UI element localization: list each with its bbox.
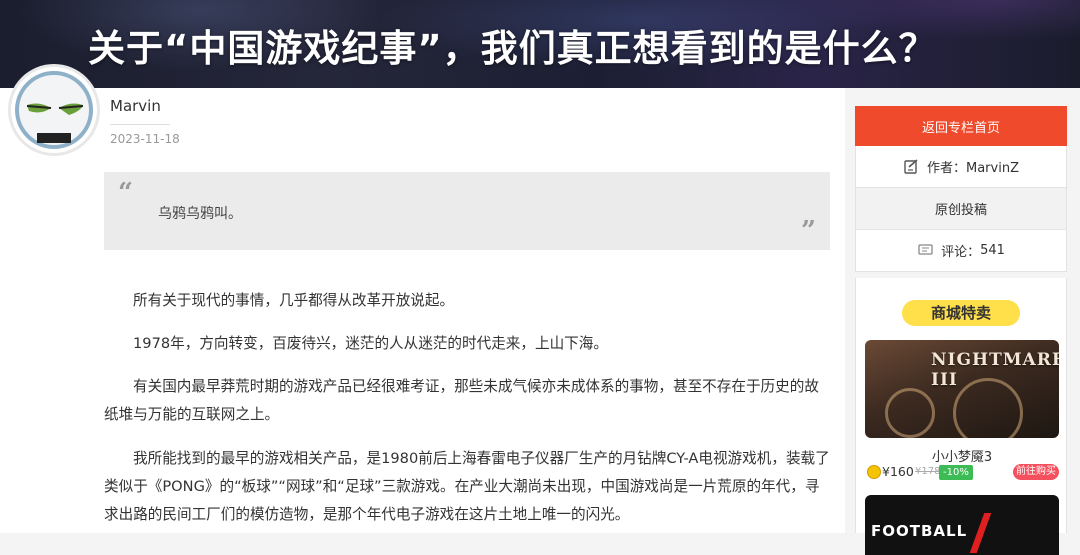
product-price: ¥160 xyxy=(882,464,914,479)
paragraph: 我所能找到的最早的游戏相关产品，是1980前后上海春雷电子仪器厂生产的月钻牌CY… xyxy=(104,450,830,523)
article-sidebar: 返回专栏首页 作者：MarvinZ 原创投稿 评论： 541 xyxy=(855,106,1067,272)
comment-icon xyxy=(917,243,933,259)
shop-header: 商城特卖 xyxy=(902,297,1022,326)
author-divider xyxy=(110,124,170,125)
product-2-accent xyxy=(969,513,1045,553)
article-title: 关于“中国游戏纪事”，我们真正想看到的是什么？ xyxy=(88,27,937,70)
article-banner: 关于“中国游戏纪事”，我们真正想看到的是什么？ xyxy=(0,0,1080,88)
original-submission-badge: 原创投稿 xyxy=(855,188,1067,230)
product-logo: NIGHTMARES III xyxy=(931,350,1059,390)
comments-link[interactable]: 评论： 541 xyxy=(855,230,1067,272)
product-name[interactable]: 小小梦魇3 xyxy=(856,446,1068,465)
paragraph: 1978年，方向转变，百废待兴，迷茫的人从迷茫的时代走来，上山下海。 xyxy=(133,335,608,352)
discount-badge: -10% xyxy=(939,465,973,480)
author-link[interactable]: 作者：MarvinZ xyxy=(855,146,1067,188)
quote-close-icon: ” xyxy=(801,216,816,246)
publish-date: 2023-11-18 xyxy=(110,132,180,146)
paragraph: 有关国内最早莽荒时期的游戏产品已经很难考证，那些未成气候亦未成体系的事物，甚至不… xyxy=(104,378,819,423)
comments-count: 541 xyxy=(980,243,1005,258)
author-label: 作者：MarvinZ xyxy=(927,161,1019,176)
product-2-title: FOOTBALL xyxy=(871,522,968,540)
edit-icon xyxy=(903,159,919,175)
shop-panel: 商城特卖 NIGHTMARES III 小小梦魇3 ¥160 ¥178 -10%… xyxy=(855,278,1068,555)
product-price-row: ¥160 ¥178 -10% 前往购买 xyxy=(867,464,1059,482)
coin-icon xyxy=(867,465,881,479)
product-image[interactable]: NIGHTMARES III xyxy=(865,340,1059,438)
article-quote: “ 乌鸦乌鸦叫。 ” xyxy=(104,172,830,250)
shop-title: 商城特卖 xyxy=(930,304,991,322)
product-image-2[interactable]: FOOTBALL xyxy=(865,495,1059,555)
marvin-face-icon xyxy=(26,103,84,143)
back-to-column-button[interactable]: 返回专栏首页 xyxy=(855,106,1067,146)
avatar-image xyxy=(15,71,93,149)
quote-open-icon: “ xyxy=(118,178,133,208)
buy-button[interactable]: 前往购买 xyxy=(1013,464,1059,480)
quote-text: 乌鸦乌鸦叫。 xyxy=(158,206,242,222)
comments-label: 评论： xyxy=(941,245,981,260)
author-avatar[interactable] xyxy=(8,64,100,156)
product-original-price: ¥178 xyxy=(915,466,941,477)
paragraph: 所有关于现代的事情，几乎都得从改革开放说起。 xyxy=(133,292,455,309)
author-name[interactable]: Marvin xyxy=(110,97,161,115)
